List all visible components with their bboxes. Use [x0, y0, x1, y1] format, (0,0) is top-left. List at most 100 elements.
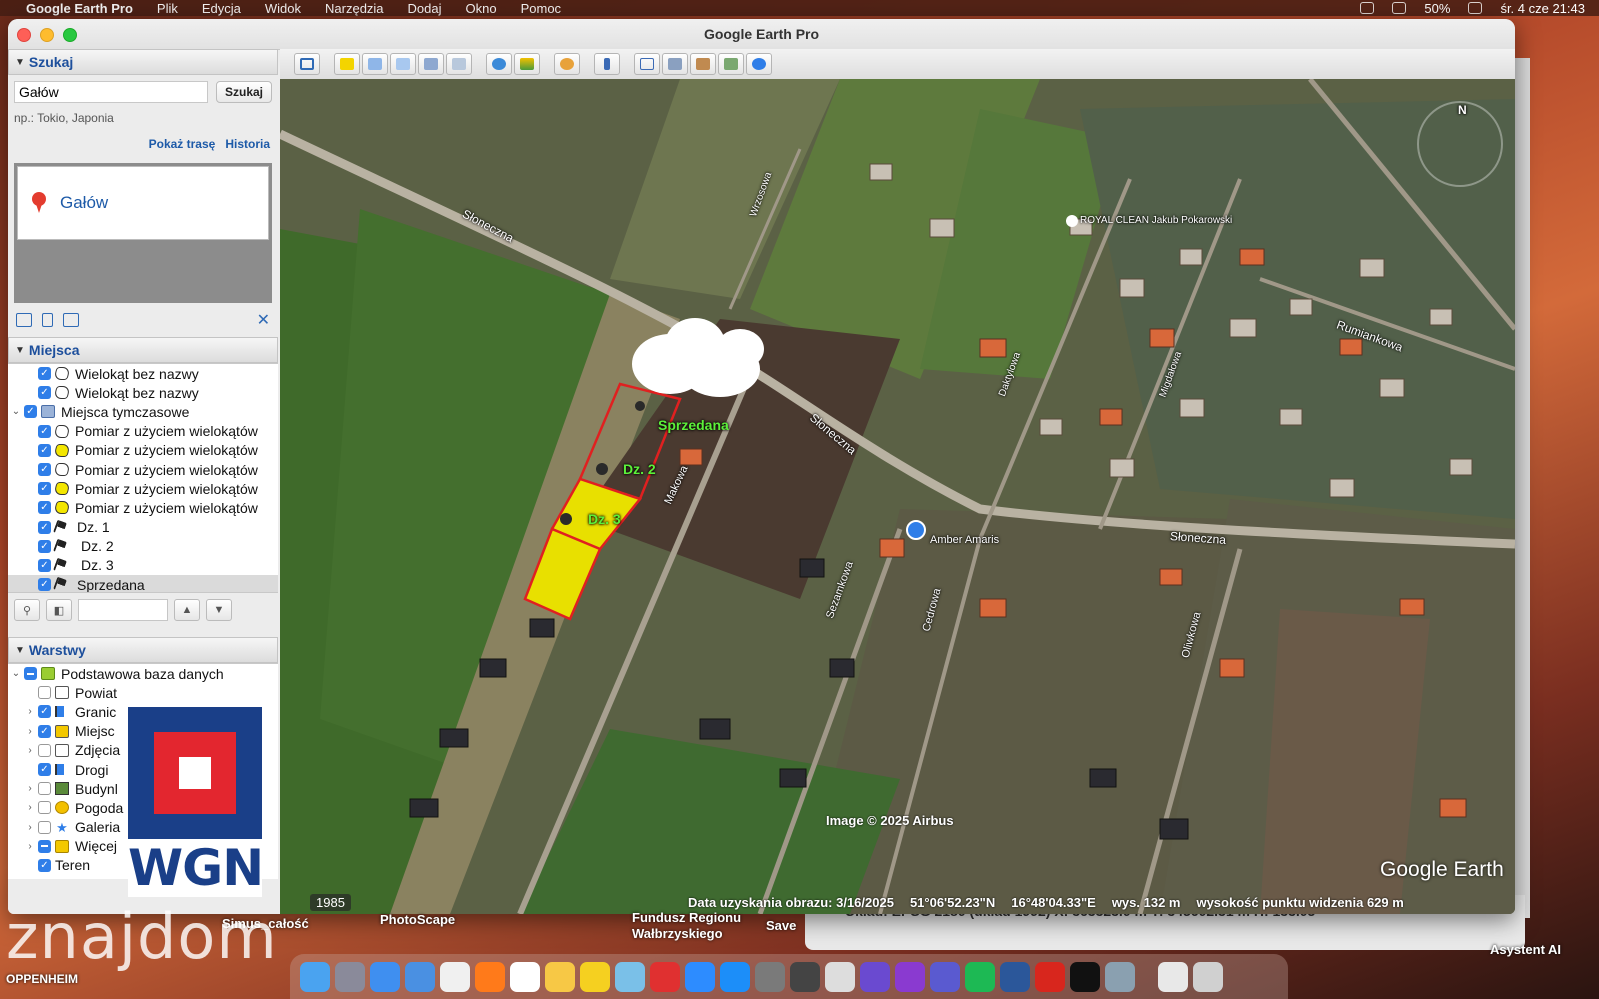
menu-window[interactable]: Okno	[466, 1, 497, 16]
move-up-button[interactable]: ▲	[174, 599, 200, 621]
checkbox[interactable]	[38, 839, 51, 853]
places-item[interactable]: ✓ Wielokąt bez nazwy	[8, 364, 278, 383]
toggle-panel-button[interactable]: ◧	[46, 599, 72, 621]
add-overlay-button[interactable]	[418, 53, 444, 75]
desktop-file-label[interactable]: Fundusz Regionu Wałbrzyskiego	[632, 910, 762, 942]
menu-app-name[interactable]: Google Earth Pro	[26, 1, 133, 16]
chevron-right-icon[interactable]: ›	[24, 726, 36, 737]
zoom-icon[interactable]	[685, 961, 715, 992]
app-icon[interactable]	[650, 961, 680, 992]
historical-imagery-button[interactable]	[486, 53, 512, 75]
places-item[interactable]: ✓ Pomiar z użyciem wielokątów	[8, 460, 278, 479]
label-amber-amaris[interactable]: Amber Amaris	[930, 534, 999, 546]
map-view[interactable]: N Sprzedana Dz. 2 Dz. 3 Słoneczna Słonec…	[280, 79, 1515, 914]
launchpad-icon[interactable]	[335, 961, 365, 992]
places-item[interactable]: ✓ Dz. 2	[8, 537, 278, 556]
downloads-icon[interactable]	[1158, 961, 1188, 992]
checkbox[interactable]	[24, 667, 37, 681]
checkbox[interactable]	[38, 801, 51, 815]
places-folder[interactable]: ⌄ ✓ Miejsca tymczasowe	[8, 402, 278, 421]
menu-edit[interactable]: Edycja	[202, 1, 241, 16]
status-icon[interactable]	[1360, 2, 1375, 14]
checkbox[interactable]: ✓	[38, 482, 51, 496]
places-item-selected[interactable]: ✓ Sprzedana	[8, 575, 278, 592]
print-button[interactable]	[662, 53, 688, 75]
menu-clock[interactable]: śr. 4 cze 21:43	[1500, 1, 1585, 16]
layer-item[interactable]: Powiat	[8, 683, 278, 702]
places-item[interactable]: ✓ Pomiar z użyciem wielokątów	[8, 422, 278, 441]
trash-icon[interactable]	[1193, 961, 1223, 992]
desktop-file-label[interactable]: Asystent AI	[1490, 942, 1561, 957]
show-route-link[interactable]: Pokaż trasę	[149, 137, 216, 151]
chevron-down-icon[interactable]: ⌄	[10, 668, 22, 679]
view-in-maps-button[interactable]	[718, 53, 744, 75]
label-royal-clean[interactable]: ROYAL CLEAN Jakub Pokarowski	[1080, 215, 1232, 226]
calendar-icon[interactable]	[510, 961, 540, 992]
menu-file[interactable]: Plik	[157, 1, 178, 16]
switch-planet-button[interactable]	[554, 53, 580, 75]
move-down-button[interactable]: ▼	[206, 599, 232, 621]
places-item[interactable]: ✓ Pomiar z użyciem wielokątów	[8, 479, 278, 498]
app-icon[interactable]	[1070, 961, 1100, 992]
places-item[interactable]: ✓ Dz. 1	[8, 518, 278, 537]
add-polygon-button[interactable]	[362, 53, 388, 75]
finder-icon[interactable]	[300, 961, 330, 992]
app-icon[interactable]	[895, 961, 925, 992]
menu-view[interactable]: Widok	[265, 1, 301, 16]
checkbox[interactable]: ✓	[38, 705, 51, 719]
save-image-button[interactable]	[690, 53, 716, 75]
desktop-file-label[interactable]: PhotoScape	[380, 912, 455, 927]
desktop-file-label[interactable]: OPPENHEIM	[6, 972, 78, 986]
checkbox[interactable]: ✓	[38, 443, 51, 457]
checkbox[interactable]: ✓	[38, 424, 51, 438]
wifi-icon[interactable]	[1392, 2, 1407, 14]
compass-north[interactable]: N	[1458, 103, 1467, 117]
safari-icon[interactable]	[370, 961, 400, 992]
checkbox[interactable]: ✓	[38, 724, 51, 738]
email-button[interactable]	[634, 53, 660, 75]
menu-add[interactable]: Dodaj	[408, 1, 442, 16]
google-earth-dock-icon[interactable]	[1105, 961, 1135, 992]
chevron-right-icon[interactable]: ›	[24, 706, 36, 717]
history-link[interactable]: Historia	[225, 137, 270, 151]
add-placemark-button[interactable]	[334, 53, 360, 75]
search-input[interactable]	[14, 81, 208, 103]
checkbox[interactable]: ✓	[38, 386, 51, 400]
sunlight-button[interactable]	[514, 53, 540, 75]
toggle-sidebar-button[interactable]	[294, 53, 320, 75]
close-results-icon[interactable]: ✕	[257, 310, 270, 330]
layer-item[interactable]: ⌄ Podstawowa baza danych	[8, 664, 278, 683]
places-item[interactable]: ✓ Dz. 3	[8, 556, 278, 575]
firefox-icon[interactable]	[475, 961, 505, 992]
checkbox[interactable]: ✓	[24, 405, 37, 419]
settings-icon[interactable]	[755, 961, 785, 992]
add-path-button[interactable]	[390, 53, 416, 75]
desktop-file-label[interactable]: Save	[766, 918, 796, 933]
earth-button[interactable]	[746, 53, 772, 75]
checkbox[interactable]	[38, 743, 51, 757]
app-icon[interactable]	[790, 961, 820, 992]
maps-icon[interactable]	[615, 961, 645, 992]
battery-icon[interactable]	[1468, 2, 1483, 14]
places-item[interactable]: ✓ Pomiar z użyciem wielokątów	[8, 498, 278, 517]
checkbox[interactable]: ✓	[38, 463, 51, 477]
places-filter-input[interactable]	[78, 599, 168, 621]
checkbox[interactable]: ✓	[38, 763, 51, 777]
search-panel-header[interactable]: ▼ Szukaj	[8, 49, 278, 75]
chevron-right-icon[interactable]: ›	[24, 783, 36, 794]
search-button[interactable]: Szukaj	[215, 81, 272, 103]
checkbox[interactable]: ✓	[38, 539, 51, 553]
acrobat-icon[interactable]	[1035, 961, 1065, 992]
chevron-right-icon[interactable]: ›	[24, 802, 36, 813]
word-icon[interactable]	[1000, 961, 1030, 992]
print-icon[interactable]	[63, 313, 79, 327]
mail-icon[interactable]	[405, 961, 435, 992]
checkbox[interactable]	[38, 820, 51, 834]
photos-icon[interactable]	[545, 961, 575, 992]
places-item[interactable]: ✓ Pomiar z użyciem wielokątów	[8, 441, 278, 460]
spotify-icon[interactable]	[965, 961, 995, 992]
app-icon[interactable]	[860, 961, 890, 992]
checkbox[interactable]: ✓	[38, 558, 51, 572]
app-icon[interactable]	[825, 961, 855, 992]
checkbox[interactable]: ✓	[38, 858, 51, 872]
